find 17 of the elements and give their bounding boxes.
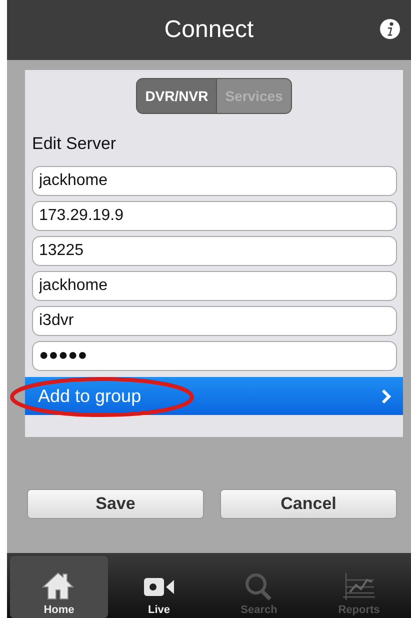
chevron-icon [381, 388, 391, 404]
action-button[interactable]: Save [27, 489, 204, 519]
section-title: Edit Server [31, 133, 118, 155]
home-icon [41, 570, 77, 602]
input-field[interactable]: i3dvr [32, 306, 397, 336]
info-icon[interactable] [379, 18, 401, 40]
tab-bar-item[interactable]: Live [110, 556, 208, 618]
input-field[interactable]: 13225 [32, 236, 397, 266]
tab-bar-item[interactable]: Home [10, 556, 108, 618]
list-row[interactable]: Add to group [25, 377, 403, 415]
input-field[interactable]: ●●●●● [32, 341, 397, 371]
reports-icon [341, 570, 377, 602]
input-field[interactable]: 173.29.19.9 [32, 201, 397, 231]
screen-title: Connect [164, 16, 254, 44]
segment-tab[interactable]: DVR/NVR [137, 79, 218, 113]
row-label: Add to group [38, 386, 142, 406]
action-button[interactable]: Cancel [220, 489, 397, 519]
